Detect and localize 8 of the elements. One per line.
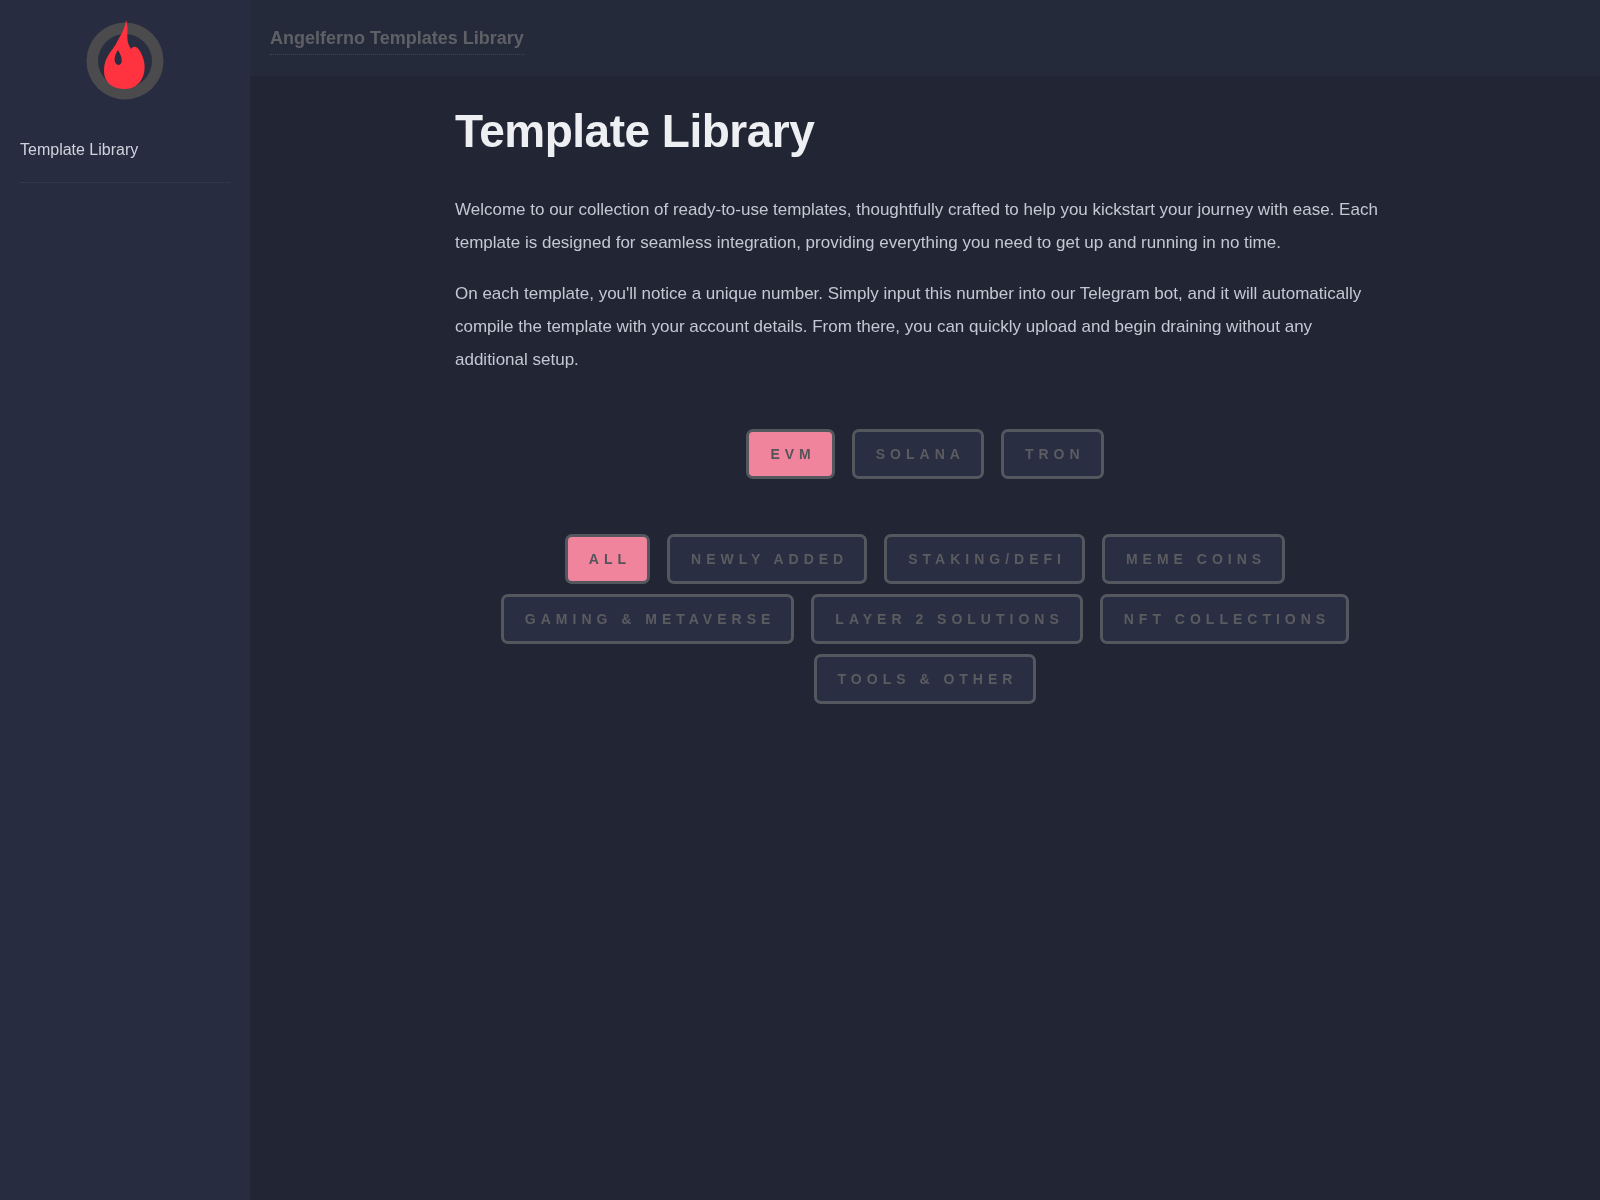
page-title: Template Library bbox=[455, 105, 816, 158]
intro-paragraph: Welcome to our collection of ready-to-use templates, thoughtfully crafted to help you kickstart your journey with ease. Each template is designed for seamless integration, providing everything you need to get up and running in no time. bbox=[455, 199, 1379, 254]
sidebar-nav-link[interactable]: Template Library bbox=[20, 138, 230, 183]
chain-tab[interactable]: EVM bbox=[746, 429, 835, 479]
category-filter-button[interactable]: ALL bbox=[564, 534, 651, 584]
intro-paragraph: On each template, you'll notice a unique number. Simply input this number into our Telegram bot, and it will automatically compile the template with your account details. From there, you can quickly upload and begin draining without any additional setup. bbox=[455, 283, 1363, 371]
flame-logo-icon bbox=[85, 19, 165, 100]
site-title-link[interactable]: Angelferno Templates Library bbox=[270, 26, 524, 55]
